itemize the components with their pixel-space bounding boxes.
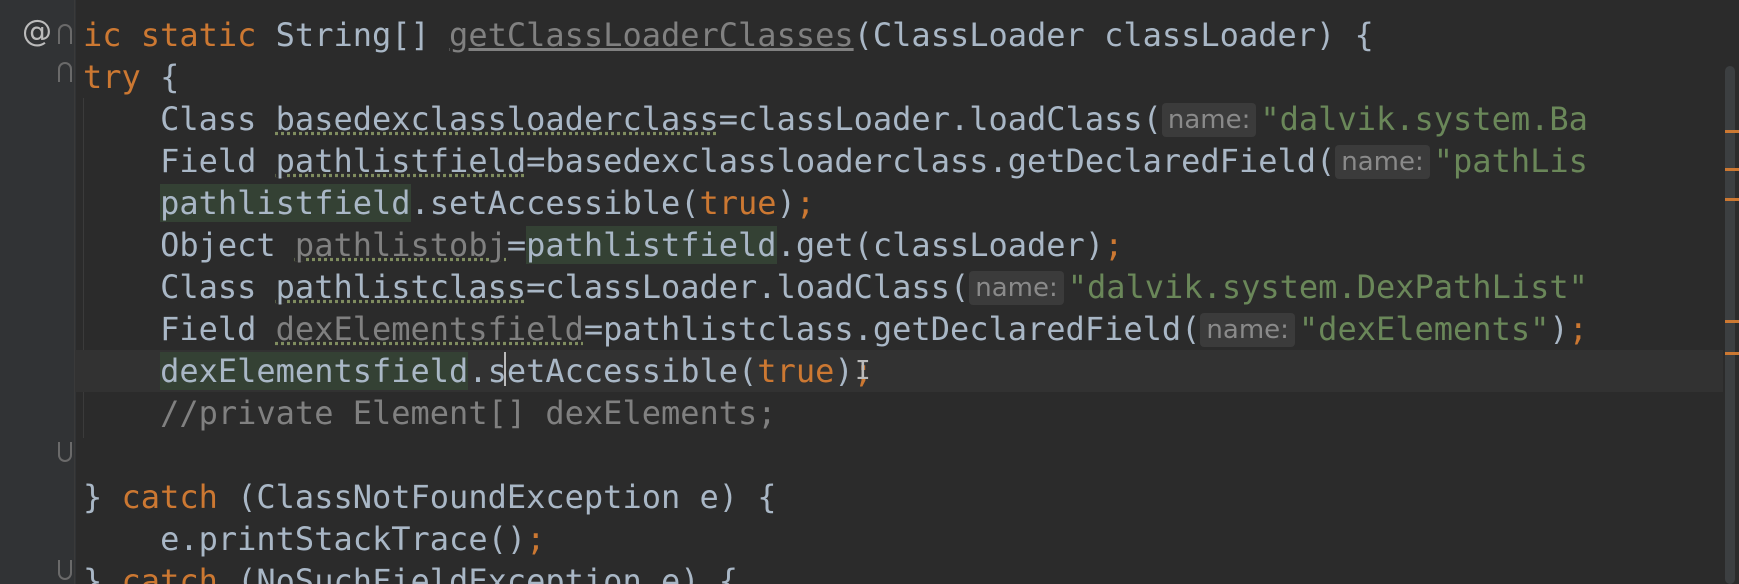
code-token: Object	[160, 226, 295, 264]
fold-try-icon[interactable]	[58, 62, 72, 82]
code-token: catch	[121, 478, 238, 516]
code-token: Field	[160, 310, 276, 348]
parameter-hint: name:	[969, 271, 1064, 305]
code-token: )	[776, 184, 796, 222]
error-stripe-mark[interactable]	[1725, 352, 1739, 355]
scrollbar-thumb[interactable]	[1725, 66, 1735, 584]
code-token: ;	[1568, 310, 1588, 348]
parameter-hint: name:	[1200, 313, 1295, 347]
code-token: =	[506, 226, 527, 264]
vertical-scrollbar[interactable]	[1723, 0, 1739, 584]
code-token: "pathLis	[1433, 142, 1588, 180]
error-stripe-mark[interactable]	[1725, 320, 1739, 323]
code-token: e.printStackTrace()	[160, 520, 527, 558]
code-line[interactable]: e.printStackTrace();	[83, 518, 1739, 560]
code-token: Class	[160, 100, 276, 138]
code-token: {	[160, 58, 180, 96]
code-token: catch	[121, 562, 238, 584]
code-line[interactable]: ic static String[] getClassLoaderClasses…	[83, 14, 1739, 56]
code-area[interactable]: ic static String[] getClassLoaderClasses…	[75, 14, 1739, 584]
code-token: "dalvik.system.Ba	[1260, 100, 1588, 138]
code-line[interactable]	[83, 434, 1739, 476]
error-stripe-mark[interactable]	[1725, 198, 1739, 201]
code-line[interactable]: //private Element[] dexElements;	[83, 392, 1739, 434]
code-token: ic static	[83, 16, 276, 54]
code-token: }	[83, 478, 122, 516]
code-token: =pathlistclass.getDeclaredField(	[583, 310, 1201, 348]
code-token: Field	[160, 142, 276, 180]
code-token: pathlistclass	[275, 268, 527, 306]
code-token: .setAccessible(	[410, 184, 700, 222]
error-stripe-mark[interactable]	[1725, 130, 1739, 133]
code-token: =basedexclassloaderclass.getDeclaredFiel…	[526, 142, 1336, 180]
code-token: ;	[795, 184, 816, 222]
code-token: ;	[1104, 226, 1124, 264]
code-token: getClassLoaderClasses	[449, 16, 854, 54]
code-line[interactable]: Field pathlistfield=basedexclassloadercl…	[83, 140, 1739, 182]
code-token: basedexclassloaderclass	[275, 100, 719, 138]
parameter-hint: name:	[1335, 145, 1430, 179]
code-token: true	[699, 184, 777, 222]
code-line[interactable]: Field dexElementsfield=pathlistclass.get…	[83, 308, 1739, 350]
code-token: pathlistfield	[275, 142, 527, 180]
code-token: ;	[526, 520, 546, 558]
code-line[interactable]: dexElementsfield.setAccessible(true);	[75, 350, 1739, 392]
code-token: (NoSuchFieldException e) {	[237, 562, 739, 584]
code-line[interactable]: Object pathlistobj=pathlistfield.get(cla…	[83, 224, 1739, 266]
code-line[interactable]: Class pathlistclass=classLoader.loadClas…	[83, 266, 1739, 308]
code-token: =classLoader.loadClass(	[718, 100, 1162, 138]
code-line[interactable]: Class basedexclassloaderclass=classLoade…	[83, 98, 1739, 140]
mouse-ibeam-icon: I	[855, 356, 871, 386]
fold-catch-icon[interactable]	[58, 442, 72, 462]
code-token: )	[834, 352, 854, 390]
code-token: }	[83, 562, 122, 584]
text-caret	[504, 352, 506, 386]
code-token: "dexElements"	[1298, 310, 1550, 348]
code-token: .get(classLoader)	[776, 226, 1105, 264]
error-stripe-mark[interactable]	[1725, 168, 1739, 171]
fold-catch2-icon[interactable]	[58, 560, 72, 580]
override-annotation-icon[interactable]: @	[22, 14, 52, 49]
code-token: pathlistobj	[294, 226, 507, 264]
code-token: pathlistfield	[160, 184, 411, 222]
code-line[interactable]: try {	[83, 56, 1739, 98]
code-token: (ClassLoader classLoader) {	[853, 16, 1374, 54]
code-token: .setAccessible(	[468, 352, 758, 390]
code-token: (ClassNotFoundException e) {	[237, 478, 777, 516]
code-token: pathlistfield	[526, 226, 777, 264]
code-token: true	[757, 352, 835, 390]
code-token: String[]	[275, 16, 450, 54]
code-token: dexElementsfield	[160, 352, 469, 390]
code-line[interactable]: pathlistfield.setAccessible(true);	[83, 182, 1739, 224]
code-line[interactable]: } catch (NoSuchFieldException e) {	[83, 560, 1739, 584]
fold-method-icon[interactable]	[58, 24, 72, 44]
code-token: Class	[160, 268, 276, 306]
code-editor[interactable]: @ ic static String[] getClassLoaderClass…	[0, 0, 1739, 584]
editor-gutter[interactable]	[0, 0, 76, 584]
code-token: "dalvik.system.DexPathList"	[1067, 268, 1588, 306]
gutter-divider	[74, 0, 75, 584]
code-token: try	[83, 58, 161, 96]
parameter-hint: name:	[1161, 103, 1257, 137]
code-line[interactable]: } catch (ClassNotFoundException e) {	[83, 476, 1739, 518]
code-token: dexElementsfield	[275, 310, 584, 348]
code-token: //private Element[] dexElements;	[160, 394, 777, 432]
code-token: )	[1549, 310, 1569, 348]
code-token: =classLoader.loadClass(	[526, 268, 970, 306]
